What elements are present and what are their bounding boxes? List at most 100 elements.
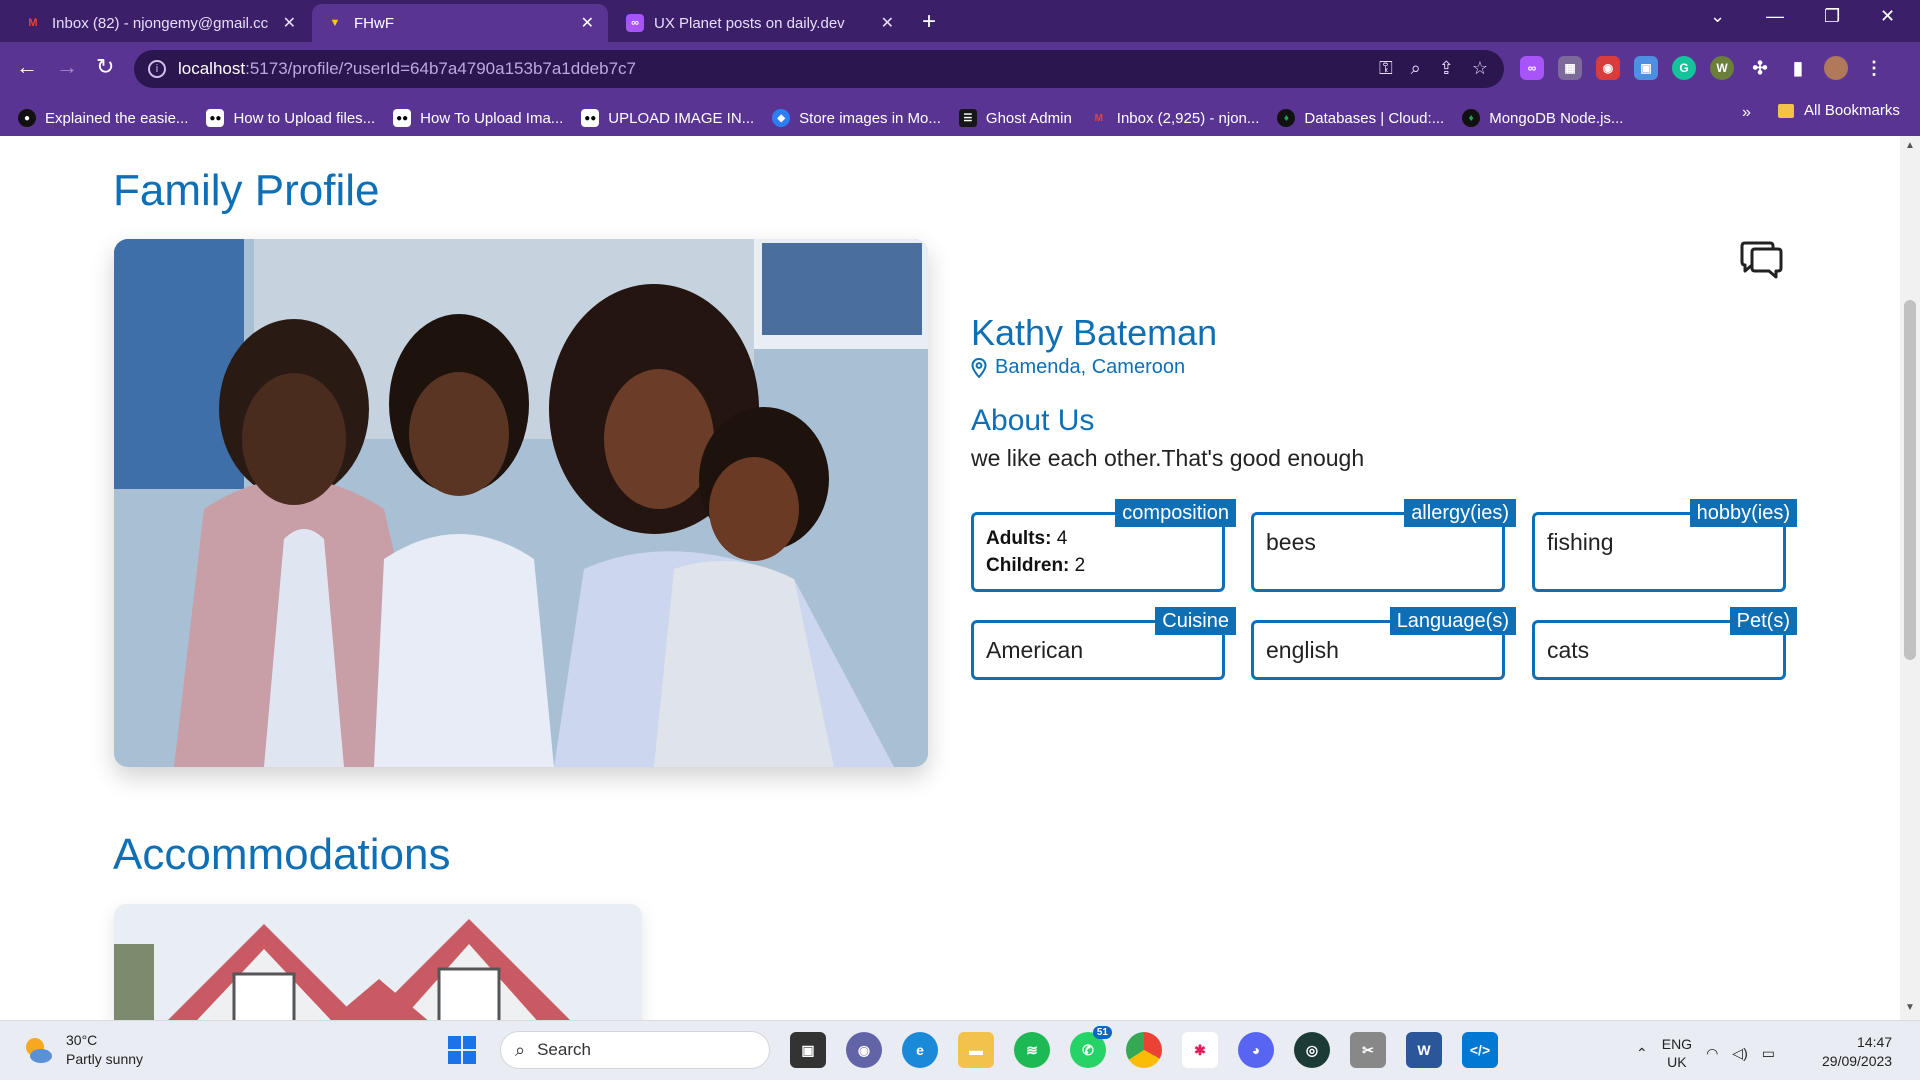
screen-extension-icon[interactable]: ▣ — [1634, 56, 1658, 80]
adults-value: 4 — [1056, 528, 1068, 549]
chat-icon[interactable] — [1738, 240, 1784, 284]
tab-search-icon[interactable]: ⌄ — [1710, 6, 1725, 27]
card-label: composition — [1115, 499, 1236, 527]
card-label: hobby(ies) — [1689, 499, 1797, 527]
task-view-icon[interactable]: ▣ — [790, 1032, 826, 1068]
about-title: About Us — [971, 404, 1095, 437]
grid-extension-icon[interactable]: ▦ — [1558, 56, 1582, 80]
family-photo-illustration — [114, 239, 928, 767]
ghost-icon: ☰ — [958, 109, 977, 127]
card-value: english — [1266, 637, 1339, 663]
cuisine-card: Cuisine American — [971, 607, 1236, 680]
search-icon: ⌕ — [515, 1039, 526, 1060]
bookmark-label: Store images in Mo... — [799, 109, 941, 127]
edge-icon[interactable]: e — [902, 1032, 938, 1068]
close-icon[interactable]: ✕ — [881, 13, 894, 33]
tab-gmail[interactable]: M Inbox (82) - njongemy@gmail.cc ✕ — [10, 4, 310, 42]
side-panel-icon[interactable]: ▮ — [1786, 56, 1810, 80]
profile-name: Kathy Bateman — [971, 312, 1218, 353]
wifi-icon[interactable]: ◠ — [1706, 1045, 1718, 1062]
whatsapp-icon[interactable]: ✆ 51 — [1070, 1026, 1112, 1068]
scroll-down-icon[interactable]: ▼ — [1905, 1002, 1915, 1013]
file-explorer-icon[interactable]: ▬ — [958, 1032, 994, 1068]
forward-button[interactable]: → — [56, 54, 78, 80]
address-bar[interactable]: i localhost:5173/profile/?userId=64b7a47… — [134, 50, 1504, 88]
card-label: allergy(ies) — [1404, 499, 1516, 527]
new-tab-button[interactable]: + — [922, 8, 936, 36]
language-indicator[interactable]: ENG UK — [1662, 1035, 1692, 1071]
bookmark-item[interactable]: ☰ Ghost Admin — [958, 109, 1072, 127]
app-green-icon[interactable]: ◎ — [1294, 1032, 1330, 1068]
bookmark-item[interactable]: ◆ Store images in Mo... — [772, 109, 941, 127]
url-host: localhost — [178, 59, 246, 78]
volume-icon[interactable]: ◁) — [1732, 1045, 1747, 1062]
pet-card: Pet(s) cats — [1532, 607, 1797, 680]
close-window-button[interactable]: ✕ — [1880, 6, 1895, 27]
weather-widget[interactable]: 30°C Partly sunny — [22, 1031, 143, 1069]
battery-icon[interactable]: ▭ — [1762, 1045, 1775, 1062]
menu-kebab-icon[interactable]: ⋮ — [1862, 56, 1886, 80]
w-extension-icon[interactable]: W — [1710, 56, 1734, 80]
bookmark-item[interactable]: M Inbox (2,925) - njon... — [1090, 109, 1260, 127]
composition-values: Adults: 4 Children: 2 — [986, 525, 1085, 579]
scroll-thumb[interactable] — [1904, 300, 1916, 660]
close-icon[interactable]: ✕ — [283, 13, 296, 33]
chevron-up-icon[interactable]: ⌃ — [1636, 1045, 1648, 1062]
avatar[interactable] — [1824, 56, 1848, 80]
chrome-icon[interactable] — [1126, 1032, 1162, 1068]
star-icon[interactable]: ☆ — [1472, 58, 1488, 79]
windows-start-icon[interactable] — [444, 1032, 480, 1068]
zoom-icon[interactable]: ⌕ — [1411, 58, 1421, 79]
more-bookmarks-icon[interactable]: » — [1742, 104, 1751, 122]
grammarly-icon[interactable]: G — [1672, 56, 1696, 80]
tab-title: FHwF — [354, 14, 394, 32]
medium-icon: ●● — [206, 109, 225, 127]
bookmark-item[interactable]: ●● How To Upload Ima... — [393, 109, 563, 127]
snipping-tool-icon[interactable]: ✂ — [1350, 1032, 1386, 1068]
discord-icon[interactable]: ◕ — [1238, 1032, 1274, 1068]
bookmark-item[interactable]: ● Explained the easie... — [18, 109, 188, 127]
site-info-icon[interactable]: i — [148, 60, 166, 78]
card-label: Pet(s) — [1729, 607, 1797, 635]
weather-temp: 30°C — [66, 1032, 98, 1048]
key-icon[interactable]: ⚿ — [1379, 58, 1393, 79]
page-viewport: Family Profile Kathy Bateman Bamenda, Ca… — [0, 136, 1900, 1020]
spotify-icon[interactable]: ≋ — [1014, 1032, 1050, 1068]
clock[interactable]: 14:47 29/09/2023 — [1822, 1033, 1892, 1071]
daily-dev-extension-icon[interactable]: ∞ — [1520, 56, 1544, 80]
tab-title: Inbox (82) - njongemy@gmail.cc — [52, 14, 269, 32]
all-bookmarks-button[interactable]: All Bookmarks — [1778, 102, 1900, 119]
teams-chat-icon[interactable]: ◉ — [846, 1032, 882, 1068]
bookmark-item[interactable]: ♦ MongoDB Node.js... — [1462, 109, 1623, 127]
minimize-button[interactable]: — — [1766, 6, 1784, 27]
close-icon[interactable]: ✕ — [581, 13, 594, 33]
accommodation-photo[interactable] — [114, 904, 642, 1020]
bookmark-label: UPLOAD IMAGE IN... — [608, 109, 755, 127]
taskbar-search[interactable]: ⌕ Search — [500, 1031, 770, 1069]
reload-button[interactable]: ↻ — [96, 54, 114, 80]
bookmark-label: MongoDB Node.js... — [1489, 109, 1624, 127]
page-scrollbar[interactable]: ▲ ▼ — [1900, 136, 1920, 1020]
url-path: :5173/profile/?userId=64b7a4790a153b7a1d… — [245, 59, 636, 78]
bookmark-label: Inbox (2,925) - njon... — [1116, 109, 1260, 127]
bookmark-item[interactable]: ●● UPLOAD IMAGE IN... — [581, 109, 754, 127]
vscode-icon[interactable]: </> — [1462, 1032, 1498, 1068]
share-icon[interactable]: ⇪ — [1439, 58, 1454, 79]
tab-strip: M Inbox (82) - njongemy@gmail.cc ✕ ▼ FHw… — [0, 0, 1920, 42]
mongodb-leaf-icon: ♦ — [1277, 109, 1296, 127]
accommodations-title: Accommodations — [113, 830, 451, 879]
medium-icon: ●● — [581, 109, 600, 127]
about-text: we like each other.That's good enough — [971, 445, 1365, 471]
back-button[interactable]: ← — [16, 54, 38, 80]
bookmark-item[interactable]: ♦ Databases | Cloud:... — [1277, 109, 1444, 127]
bookmark-item[interactable]: ●● How to Upload files... — [206, 109, 375, 127]
adults-line: Adults: 4 — [986, 525, 1085, 552]
scroll-up-icon[interactable]: ▲ — [1905, 140, 1915, 151]
tab-fhwf[interactable]: ▼ FHwF ✕ — [312, 4, 608, 42]
tab-daily-dev[interactable]: ∞ UX Planet posts on daily.dev ✕ — [612, 4, 908, 42]
word-icon[interactable]: W — [1406, 1032, 1442, 1068]
red-extension-icon[interactable]: ◉ — [1596, 56, 1620, 80]
slack-icon[interactable]: ✱ — [1182, 1032, 1218, 1068]
restore-button[interactable]: ❐ — [1824, 6, 1840, 27]
puzzle-icon[interactable]: ✣ — [1748, 56, 1772, 80]
